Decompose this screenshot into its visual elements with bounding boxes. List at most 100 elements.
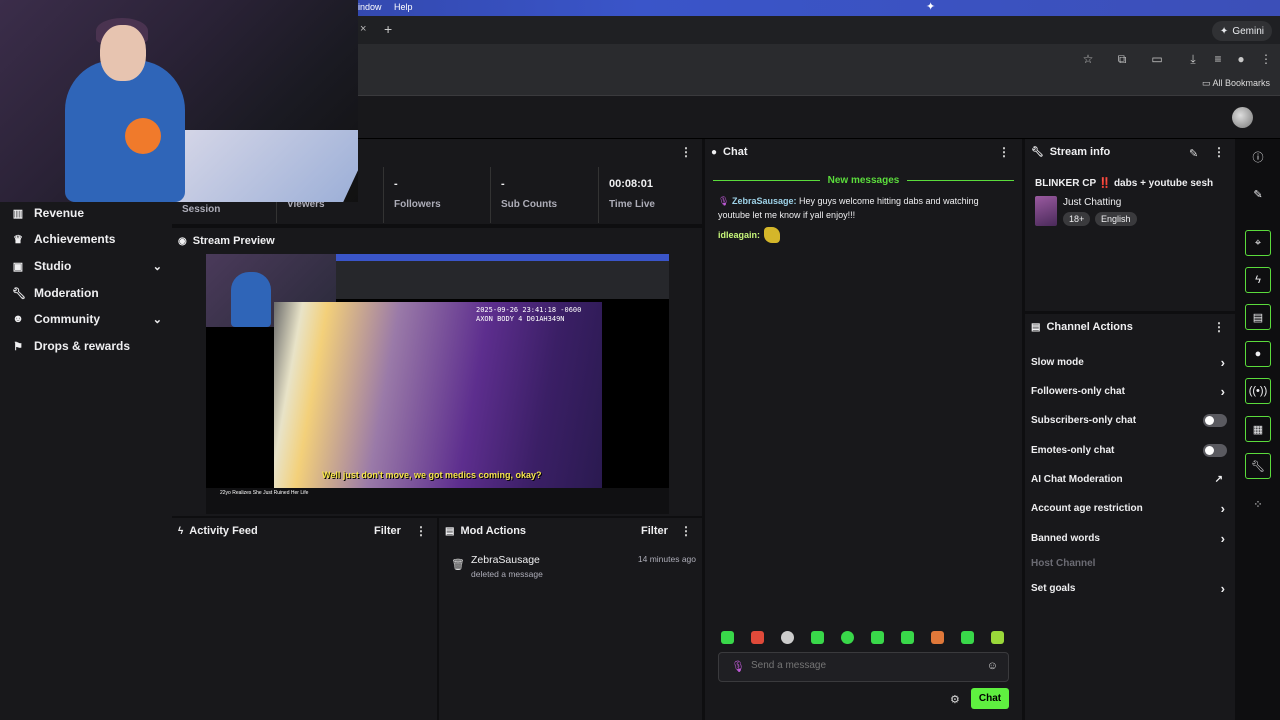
sidebar-item-community[interactable]: ☻ Community ⌄ — [12, 312, 162, 326]
tag-badge[interactable]: English — [1095, 212, 1137, 226]
gemini-button[interactable]: ✦ Gemini — [1211, 21, 1272, 41]
emote-icon[interactable] — [961, 631, 974, 644]
emote-icon[interactable] — [811, 631, 824, 644]
chat-panel: ● Chat ⋮ New messages 🎙︎ ZebraSausage: H… — [705, 139, 1022, 720]
profile-icon[interactable]: ● — [1233, 52, 1249, 66]
webcam-overlay — [0, 0, 358, 202]
all-bookmarks[interactable]: ▭ All Bookmarks — [1202, 78, 1270, 89]
emote-icon[interactable] — [751, 631, 764, 644]
sidebar-item-achievements[interactable]: ♛ Achievements — [12, 232, 162, 246]
action-emotes-only: Emotes-only chat — [1031, 444, 1229, 457]
channel-actions-panel: ▤ Channel Actions ⋮ Slow mode › Followers… — [1025, 314, 1235, 720]
stat-time-live: 00:08:01 Time Live — [609, 178, 655, 210]
emote-bar — [721, 631, 1004, 644]
edit-icon[interactable]: ✎ — [1245, 181, 1271, 207]
wrench-icon: 🔧︎ — [1031, 146, 1044, 158]
tag-badge[interactable]: 18+ — [1063, 212, 1091, 226]
users-icon: ☻ — [12, 313, 24, 325]
apps-icon[interactable]: ⁘ — [1245, 491, 1271, 517]
sidebar-item-moderation[interactable]: 🔧︎ Moderation — [12, 286, 162, 300]
action-banned-words[interactable]: Banned words › — [1031, 531, 1229, 546]
more-vert-icon[interactable]: ⋮ — [415, 525, 427, 537]
more-vert-icon[interactable]: ⋮ — [1258, 52, 1274, 66]
more-vert-icon[interactable]: ⋮ — [680, 146, 692, 158]
action-ai-moderation[interactable]: AI Chat Moderation ↗ — [1031, 474, 1229, 485]
menu-help[interactable]: Help — [394, 2, 413, 12]
sidebar-item-revenue[interactable]: ▥ Revenue — [12, 206, 162, 220]
star-icon[interactable]: ☆ — [1080, 52, 1096, 66]
extensions-icon[interactable]: ⧉ — [1114, 52, 1130, 67]
external-link-icon: ↗ — [1214, 474, 1223, 485]
emote-icon[interactable] — [841, 631, 854, 644]
chat-input[interactable] — [751, 660, 971, 671]
filter-button[interactable]: Filter — [641, 525, 668, 537]
sidebar-item-studio[interactable]: ▣ Studio ⌄ — [12, 259, 162, 273]
emote-icon[interactable] — [901, 631, 914, 644]
emote-icon[interactable] — [991, 631, 1004, 644]
action-followers-only[interactable]: Followers-only chat › — [1031, 384, 1229, 399]
panel-title: Stream info — [1049, 146, 1111, 158]
new-tab-icon[interactable]: + — [384, 21, 392, 37]
wrench-icon: 🔧︎ — [12, 287, 26, 300]
filter-button[interactable]: Filter — [374, 525, 401, 537]
tab-close-icon[interactable]: × — [360, 23, 366, 35]
emote-icon[interactable] — [871, 631, 884, 644]
action-slow-mode[interactable]: Slow mode › — [1031, 355, 1229, 370]
emoji-icon[interactable]: ☺ — [987, 660, 998, 672]
clip-icon[interactable]: ⌖ — [1245, 230, 1271, 256]
trash-icon: 🗑︎ — [451, 559, 465, 571]
stat-subs: - Sub Counts — [491, 167, 599, 223]
more-vert-icon[interactable]: ⋮ — [1213, 146, 1225, 158]
chat-username[interactable]: ZebraSausage: — [732, 196, 797, 206]
action-account-age[interactable]: Account age restriction › — [1031, 501, 1229, 516]
chat-username[interactable]: idleagain: — [718, 230, 760, 240]
category-name[interactable]: Just Chatting — [1063, 197, 1121, 208]
chat-bubble-icon[interactable]: ● — [1245, 341, 1271, 367]
action-host-channel: Host Channel — [1031, 558, 1096, 569]
category-thumbnail — [1035, 196, 1057, 226]
sidebar-item-drops[interactable]: ⚑ Drops & rewards — [12, 339, 162, 353]
bodycam-timestamp: 2025-09-26 23:41:18 -0600 AXON BODY 4 D0… — [476, 306, 582, 323]
stream-preview-video[interactable]: 2025-09-26 23:41:18 -0600 AXON BODY 4 D0… — [206, 254, 669, 514]
stream-title: BLINKER CP ‼️ dabs + youtube sesh — [1035, 178, 1214, 189]
emote-icon[interactable] — [931, 631, 944, 644]
info-icon[interactable]: ⓘ — [1245, 144, 1271, 170]
more-vert-icon[interactable]: ⋮ — [998, 146, 1010, 158]
download-icon[interactable]: ⤓ — [1185, 52, 1201, 67]
chevron-right-icon: › — [1220, 355, 1225, 370]
sidebar: ▥ Revenue ♛ Achievements ▣ Studio ⌄ 🔧︎ Modera… — [0, 202, 172, 720]
mod-actions-panel: ▤ Mod Actions Filter ⋮ 🗑︎ ZebraSausage d… — [439, 518, 702, 720]
avatar[interactable] — [1232, 107, 1253, 128]
toggle-switch[interactable] — [1203, 414, 1227, 427]
chevron-right-icon: › — [1220, 531, 1225, 546]
quick-actions-rail: ⓘ ✎ ⌖ ϟ ▤ ● ((•)) ▦ 🔧︎ ⁘ — [1237, 139, 1280, 720]
activity-feed-panel: ϟ Activity Feed Filter ⋮ — [172, 518, 437, 720]
broadcast-icon[interactable]: ((•)) — [1245, 378, 1271, 404]
emote-icon[interactable] — [781, 631, 794, 644]
bolt-icon[interactable]: ϟ — [1245, 267, 1271, 293]
edit-icon[interactable]: ✎ — [1189, 147, 1198, 160]
sparkle-icon: ✦ — [1219, 25, 1229, 37]
send-chat-button[interactable]: Chat — [971, 688, 1009, 709]
document-icon[interactable]: ▤ — [1245, 304, 1271, 330]
action-set-goals[interactable]: Set goals › — [1031, 581, 1229, 596]
stream-info-panel: 🔧︎ Stream info ✎ ⋮ BLINKER CP ‼️ dabs + … — [1025, 139, 1235, 311]
gear-icon[interactable]: ⚙ — [950, 693, 960, 706]
more-vert-icon[interactable]: ⋮ — [680, 525, 692, 537]
more-vert-icon[interactable]: ⋮ — [1213, 321, 1225, 333]
panel-title: Activity Feed — [189, 525, 258, 537]
layout-icon[interactable]: ▦ — [1245, 416, 1271, 442]
menu-window[interactable]: indow — [358, 2, 382, 12]
panel-title: Chat — [723, 146, 748, 158]
wrench-icon[interactable]: 🔧︎ — [1245, 453, 1271, 479]
toggle-switch[interactable] — [1203, 444, 1227, 457]
trophy-icon: ♛ — [13, 233, 23, 246]
mic-icon[interactable]: 🎙︎ — [731, 660, 745, 673]
emote-icon[interactable] — [721, 631, 734, 644]
reading-list-icon[interactable]: ≡ — [1210, 52, 1226, 66]
cast-icon[interactable]: ▭ — [1149, 52, 1165, 66]
bodycam-frame — [274, 302, 602, 488]
action-subscribers-only: Subscribers-only chat — [1031, 414, 1229, 427]
gift-icon: ⚑ — [13, 340, 23, 353]
document-icon: ▤ — [445, 525, 455, 537]
